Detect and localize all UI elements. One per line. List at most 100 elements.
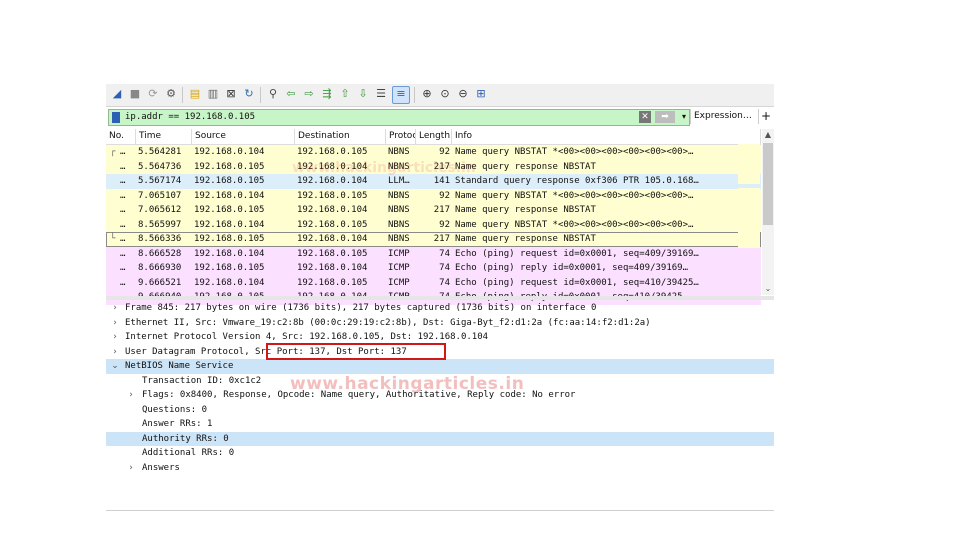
- packet-row[interactable]: … 5.567174 192.168.0.105 192.168.0.104 LLM… 1…: [106, 174, 761, 189]
- site-watermark: www.hackingarticles.in: [290, 374, 525, 394]
- zoom-out-icon[interactable]: ⊖: [456, 87, 470, 101]
- collapse-chevron-icon[interactable]: ⌄: [110, 359, 120, 374]
- stop-icon[interactable]: ■: [128, 87, 142, 101]
- packet-row[interactable]: … 8.666930 192.168.0.105 192.168.0.104 ICMP 7…: [106, 261, 761, 276]
- packet-cell-len: 92: [439, 147, 450, 157]
- packet-row[interactable]: … 7.065612 192.168.0.105 192.168.0.104 NBNS 2…: [106, 203, 761, 218]
- reload-icon[interactable]: ↻: [242, 87, 256, 101]
- packet-cell-no: …: [120, 147, 126, 157]
- packet-cell-proto: LLM…: [388, 176, 410, 186]
- packet-cell-no: …: [120, 219, 126, 230]
- apply-filter-arrow-icon[interactable]: ➡: [655, 111, 675, 123]
- bookmark-icon[interactable]: [112, 112, 120, 123]
- expand-chevron-icon[interactable]: ›: [110, 330, 120, 345]
- packet-cell-info: Name query response NBSTAT: [455, 161, 596, 172]
- expand-chevron-icon[interactable]: ›: [126, 388, 136, 403]
- detail-tree-label: Transaction ID: 0xc1c2: [142, 375, 262, 386]
- packet-cell-no: …: [120, 190, 126, 201]
- packet-row[interactable]: … 7.065107 192.168.0.104 192.168.0.105 NBNS 9…: [106, 188, 761, 203]
- clear-filter-icon[interactable]: ✕: [639, 111, 651, 123]
- packet-list-header: No. Time Source Destination Protocol Len…: [106, 129, 761, 145]
- toolbar-separator: [414, 87, 415, 103]
- filter-history-dropdown-icon[interactable]: ▾: [679, 111, 689, 123]
- packet-cell-src: 192.168.0.104: [194, 147, 265, 157]
- packet-cell-src: 192.168.0.104: [194, 190, 265, 201]
- autoscroll-icon[interactable]: ☰: [374, 87, 388, 101]
- column-header-length[interactable]: Length: [416, 129, 452, 144]
- packet-cell-no: …: [120, 234, 126, 244]
- detail-tree-item[interactable]: ⌄ NetBIOS Name Service: [106, 359, 774, 374]
- column-header-info[interactable]: Info: [452, 129, 761, 144]
- column-header-no[interactable]: No.: [106, 129, 136, 144]
- filter-text: ip.addr == 192.168.0.105: [125, 112, 256, 122]
- detail-tree-item[interactable]: › Answers: [106, 461, 774, 476]
- packet-cell-time: 5.567174: [138, 176, 182, 186]
- packet-row[interactable]: └… 8.566336 192.168.0.105 192.168.0.104 NBNS…: [106, 232, 761, 247]
- find-icon[interactable]: ⚲: [266, 87, 280, 101]
- packet-cell-proto: NBNS: [388, 190, 410, 201]
- packet-row[interactable]: ┌… 5.564281 192.168.0.104 192.168.0.105 NBNS…: [106, 145, 761, 160]
- column-header-protocol[interactable]: Protocol: [386, 129, 416, 144]
- colorize-icon[interactable]: ≡: [392, 86, 410, 104]
- open-file-icon[interactable]: ▤: [188, 87, 202, 101]
- packet-cell-info: Name query NBSTAT *<00><00><00><00><00><…: [455, 147, 694, 157]
- packet-minimap[interactable]: [738, 144, 760, 295]
- detail-tree-label: Authority RRs: 0: [142, 433, 229, 444]
- shark-fin-icon[interactable]: ◢: [110, 87, 124, 101]
- packet-cell-proto: ICMP: [388, 277, 410, 288]
- column-header-destination[interactable]: Destination: [295, 129, 386, 144]
- packet-list-scrollbar[interactable]: ▲ ⌄: [762, 129, 774, 295]
- scroll-down-icon[interactable]: ⌄: [762, 283, 774, 295]
- expression-button[interactable]: Expression…: [690, 109, 760, 124]
- packet-cell-no: …: [120, 205, 126, 215]
- forward-arrow-icon[interactable]: ⇨: [302, 87, 316, 101]
- pane-splitter[interactable]: [106, 296, 774, 300]
- zoom-normal-icon[interactable]: ⊙: [438, 87, 452, 101]
- close-file-icon[interactable]: ⊠: [224, 87, 238, 101]
- packet-row[interactable]: … 8.565997 192.168.0.104 192.168.0.105 NBNS 9…: [106, 217, 761, 232]
- zoom-in-icon[interactable]: ⊕: [420, 87, 434, 101]
- packet-cell-info: Standard query response 0xf306 PTR 105.0…: [455, 176, 699, 186]
- packet-row[interactable]: … 8.666528 192.168.0.104 192.168.0.105 ICMP 7…: [106, 246, 761, 261]
- packet-cell-info: Echo (ping) request id=0x0001, seq=410/3…: [455, 277, 699, 288]
- packet-cell-info: Name query NBSTAT *<00><00><00><00><00><…: [455, 190, 694, 201]
- packet-cell-len: 92: [439, 190, 450, 201]
- expand-chevron-icon[interactable]: ›: [110, 316, 120, 331]
- expand-chevron-icon[interactable]: ›: [126, 461, 136, 476]
- detail-tree-item[interactable]: Additional RRs: 0: [106, 446, 774, 461]
- toolbar-separator: [260, 87, 261, 103]
- back-arrow-icon[interactable]: ⇦: [284, 87, 298, 101]
- last-packet-icon[interactable]: ⇩: [356, 87, 370, 101]
- expand-chevron-icon[interactable]: ›: [110, 345, 120, 360]
- packet-cell-no: …: [120, 161, 126, 172]
- packet-cell-src: 192.168.0.105: [194, 205, 265, 215]
- scrollbar-thumb[interactable]: [763, 143, 773, 225]
- detail-tree-label: NetBIOS Name Service: [125, 361, 234, 371]
- add-filter-button[interactable]: +: [758, 109, 773, 124]
- detail-tree-item[interactable]: › Frame 845: 217 bytes on wire (1736 bits…: [106, 301, 774, 316]
- packet-cell-len: 217: [433, 234, 450, 244]
- packet-cell-src: 192.168.0.105: [194, 263, 265, 273]
- detail-tree-item[interactable]: Answer RRs: 1: [106, 417, 774, 432]
- scroll-up-icon[interactable]: ▲: [762, 129, 774, 141]
- restart-icon[interactable]: ⟳: [146, 87, 160, 101]
- first-packet-icon[interactable]: ⇧: [338, 87, 352, 101]
- save-file-icon[interactable]: ▥: [206, 87, 220, 101]
- column-header-source[interactable]: Source: [192, 129, 295, 144]
- expand-chevron-icon[interactable]: ›: [110, 301, 120, 316]
- packet-cell-len: 74: [439, 277, 450, 288]
- column-header-time[interactable]: Time: [136, 129, 192, 144]
- detail-tree-label: Additional RRs: 0: [142, 448, 235, 458]
- packet-cell-time: 7.065612: [138, 205, 182, 215]
- options-gear-icon[interactable]: ⚙: [164, 87, 178, 101]
- packet-row[interactable]: … 9.666521 192.168.0.104 192.168.0.105 ICMP 7…: [106, 275, 761, 290]
- resize-columns-icon[interactable]: ⊞: [474, 87, 488, 101]
- packet-cell-proto: NBNS: [388, 234, 410, 244]
- detail-tree-item[interactable]: Authority RRs: 0: [106, 431, 774, 446]
- detail-tree-label: Ethernet II, Src: Vmware_19:c2:8b (00:0c…: [125, 317, 651, 328]
- go-to-packet-icon[interactable]: ⇶: [320, 87, 334, 101]
- packet-cell-info: Name query response NBSTAT: [455, 234, 596, 244]
- detail-tree-item[interactable]: › Ethernet II, Src: Vmware_19:c2:8b (00:0…: [106, 316, 774, 331]
- detail-tree-item[interactable]: Questions: 0: [106, 403, 774, 418]
- display-filter-input[interactable]: ip.addr == 192.168.0.105 ✕ ➡ ▾: [108, 109, 690, 126]
